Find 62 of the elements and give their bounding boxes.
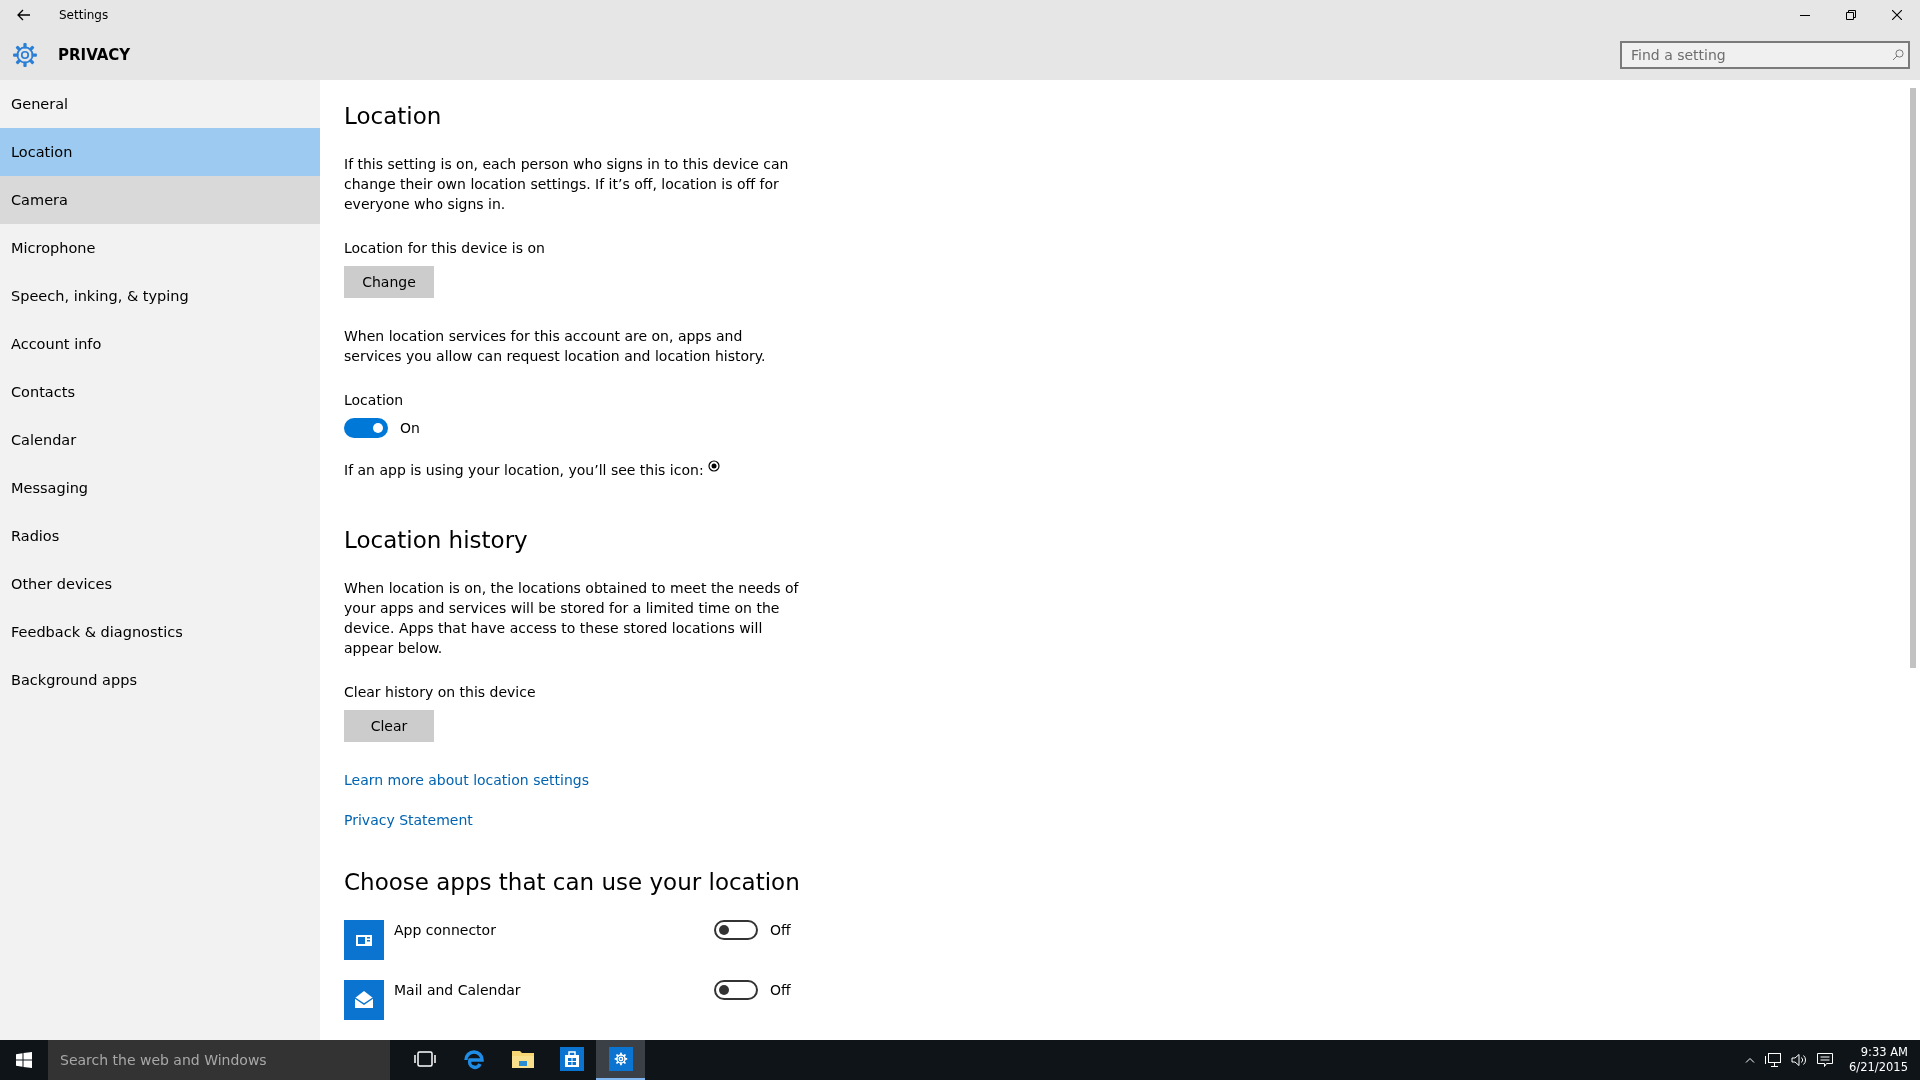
setting-label: Location for this device is on	[344, 239, 546, 258]
chevron-up-icon[interactable]	[1745, 1057, 1756, 1063]
toggle-switch[interactable]	[344, 418, 388, 438]
section-heading: Location	[344, 102, 443, 131]
sidebar-item[interactable]: Other devices	[0, 560, 320, 608]
sidebar-item[interactable]: Contacts	[0, 368, 320, 416]
speaker-icon[interactable]	[1791, 1053, 1808, 1067]
action-button[interactable]: Clear	[344, 710, 434, 742]
sidebar-item[interactable]: Location	[0, 128, 320, 176]
link[interactable]: Privacy Statement	[344, 812, 473, 828]
restore-icon	[1846, 10, 1856, 20]
folder-icon	[510, 1049, 535, 1069]
app-name: App connector	[394, 921, 497, 940]
sidebar-item[interactable]: Microphone	[0, 224, 320, 272]
section-heading: Choose apps that can use your location	[344, 868, 801, 897]
action-button[interactable]: Change	[344, 266, 434, 298]
toggle-state: Off	[770, 921, 791, 940]
link[interactable]: Learn more about location settings	[344, 772, 589, 788]
toggle-state: Off	[770, 981, 791, 1000]
sidebar-item[interactable]: Background apps	[0, 656, 320, 704]
sidebar-item[interactable]: Feedback & diagnostics	[0, 608, 320, 656]
task-view-icon	[413, 1051, 436, 1067]
toggle-switch[interactable]	[714, 980, 758, 1000]
shopping-bag-icon	[559, 1047, 584, 1071]
toggle-switch[interactable]	[714, 920, 758, 940]
window-title: Settings	[59, 8, 109, 22]
sidebar-item[interactable]: Camera	[0, 176, 320, 224]
search-field[interactable]: Find a setting	[1620, 41, 1910, 69]
clock-time: 9:33 AM	[1860, 1045, 1908, 1060]
sidebar-item[interactable]: Radios	[0, 512, 320, 560]
description-text: If this setting is on, each person who signs in to this device can change their own location settings. If it’s off, location is off for everyone who signs in.	[344, 155, 790, 214]
sidebar-item[interactable]: General	[0, 80, 320, 128]
minimize-icon	[1800, 14, 1810, 16]
browser-icon	[461, 1047, 486, 1071]
setting-label: Location	[344, 391, 405, 410]
sidebar-item[interactable]: Calendar	[0, 416, 320, 464]
sidebar-item[interactable]: Account info	[0, 320, 320, 368]
page-heading: PRIVACY	[58, 46, 131, 64]
app-icon	[344, 920, 384, 960]
description-text: If an app is using your location, you’ll see this icon:	[344, 461, 704, 480]
gear-icon	[608, 1047, 633, 1071]
toggle-state: On	[400, 420, 420, 436]
location-indicator-icon	[707, 460, 720, 472]
gear-icon	[12, 42, 38, 68]
app-name: Mail and Calendar	[394, 981, 522, 1000]
network-icon[interactable]	[1765, 1053, 1782, 1067]
back-arrow-icon	[17, 9, 31, 21]
clock-date: 6/21/2015	[1849, 1060, 1908, 1075]
search-icon	[1892, 49, 1904, 61]
windows-logo-icon	[16, 1052, 32, 1068]
app-icon	[344, 980, 384, 1020]
description-text: When location is on, the locations obtained to meet the needs of your apps and services will be stored for a limited time on the device. Apps that have access to these stored locations will appear below.	[344, 579, 800, 658]
taskbar-button[interactable]	[596, 1040, 645, 1080]
scrollbar-thumb[interactable]	[1910, 88, 1916, 668]
notification-icon[interactable]	[1817, 1052, 1834, 1068]
sidebar-item[interactable]: Speech, inking, & typing	[0, 272, 320, 320]
taskbar-search-field[interactable]: Search the web and Windows	[48, 1040, 390, 1080]
sidebar-item[interactable]: Messaging	[0, 464, 320, 512]
description-text: When location services for this account are on, apps and services you allow can request location and location history.	[344, 327, 767, 366]
setting-label: Clear history on this device	[344, 683, 537, 702]
close-icon	[1892, 10, 1902, 20]
section-heading: Location history	[344, 526, 529, 555]
